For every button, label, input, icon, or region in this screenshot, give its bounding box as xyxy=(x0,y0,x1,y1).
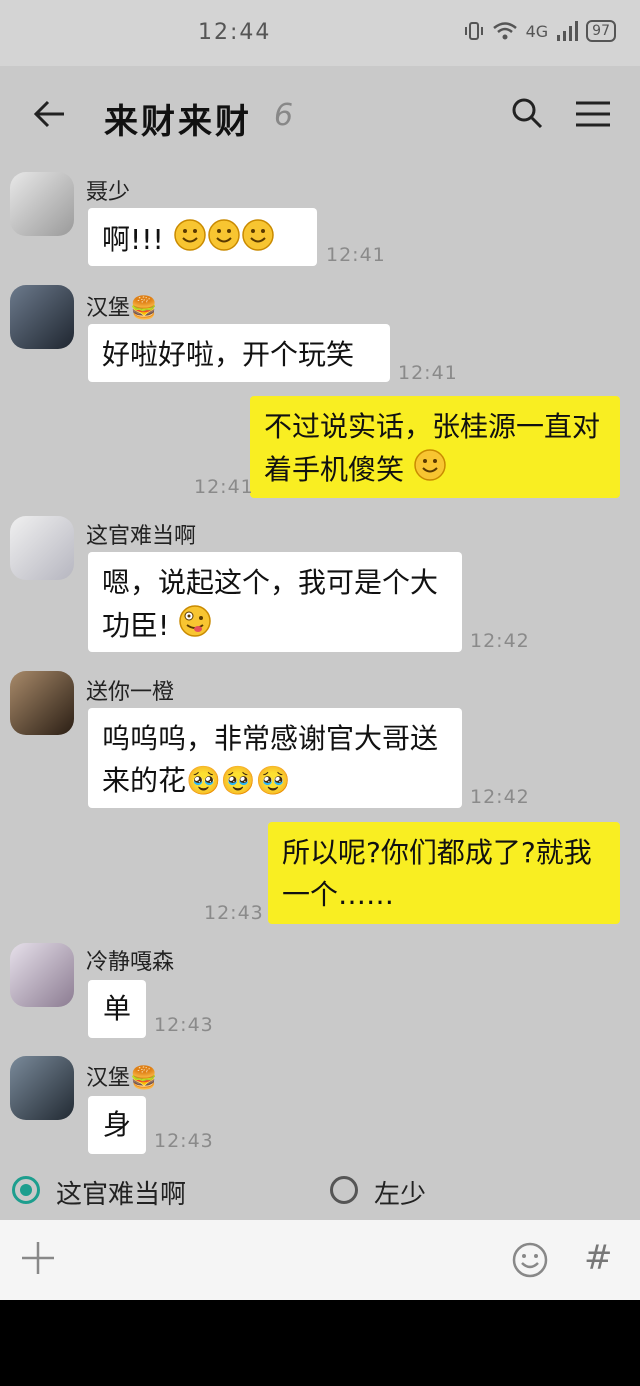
message-time: 12:43 xyxy=(154,1014,214,1036)
message-bubble[interactable]: 嗯，说起这个，我可是个大功臣! xyxy=(88,552,462,652)
sender-name: 汉堡🍔 xyxy=(86,296,158,321)
plus-icon[interactable] xyxy=(20,1240,56,1276)
message-time: 12:41 xyxy=(326,244,386,266)
zany-face-emoji-icon xyxy=(178,604,212,650)
role-radio[interactable] xyxy=(330,1176,358,1204)
battery-indicator: 97 xyxy=(586,20,616,42)
input-bar: # xyxy=(0,1220,640,1300)
sender-name: 汉堡🍔 xyxy=(86,1066,158,1091)
network-type: 4G xyxy=(525,21,549,41)
avatar[interactable] xyxy=(10,943,74,1007)
vibrate-icon xyxy=(464,22,483,40)
avatar[interactable] xyxy=(10,1056,74,1120)
status-icons: 4G 97 xyxy=(464,20,616,42)
sender-name: 这官难当啊 xyxy=(86,524,197,549)
message-text: 啊!!! xyxy=(102,223,164,256)
message-bubble[interactable]: 好啦好啦，开个玩笑 xyxy=(88,324,390,382)
message-time: 12:42 xyxy=(470,786,530,808)
message-bubble[interactable]: 啊!!! xyxy=(88,208,317,266)
my-message-bubble[interactable]: 所以呢?你们都成了?就我一个…… xyxy=(268,822,620,924)
emoji-icon[interactable] xyxy=(512,1242,548,1278)
chat-screen: 12:44 4G 97 来财来财 6 聂少 啊!!! 12:41 汉堡🍔 好啦好… xyxy=(0,0,640,1300)
message-text: 身 xyxy=(102,1108,131,1141)
wifi-icon xyxy=(492,22,517,40)
message-bubble[interactable]: 单 xyxy=(88,980,146,1038)
role-radio-selected[interactable] xyxy=(12,1176,40,1204)
back-arrow-icon[interactable] xyxy=(32,96,68,132)
avatar[interactable] xyxy=(10,172,74,236)
smile-emoji-icon xyxy=(173,218,207,264)
message-bubble[interactable]: 身 xyxy=(88,1096,146,1154)
message-text: 嗯，说起这个，我可是个大功臣! xyxy=(102,566,439,642)
role-label[interactable]: 左少 xyxy=(374,1174,426,1211)
message-bubble[interactable]: 呜呜呜，非常感谢官大哥送来的花🥹🥹🥹 xyxy=(88,708,462,808)
chat-header: 来财来财 6 xyxy=(0,66,640,164)
message-time: 12:41 xyxy=(398,362,458,384)
smile-emoji-icon xyxy=(207,218,241,264)
avatar[interactable] xyxy=(10,516,74,580)
sender-name: 送你一橙 xyxy=(86,680,175,705)
avatar[interactable] xyxy=(10,285,74,349)
status-time: 12:44 xyxy=(198,20,272,45)
smile-emoji-icon xyxy=(241,218,275,264)
member-count: 6 xyxy=(274,98,294,133)
message-text: 呜呜呜，非常感谢官大哥送来的花🥹🥹🥹 xyxy=(102,722,439,797)
search-icon[interactable] xyxy=(510,96,544,130)
role-label[interactable]: 这官难当啊 xyxy=(56,1174,186,1211)
hash-icon[interactable]: # xyxy=(584,1238,613,1278)
avatar[interactable] xyxy=(10,671,74,735)
message-time: 12:43 xyxy=(154,1130,214,1152)
sender-name: 冷静嘎森 xyxy=(86,950,175,975)
message-text: 所以呢?你们都成了?就我一个…… xyxy=(282,836,592,911)
message-text: 单 xyxy=(102,992,131,1025)
group-title: 来财来财 xyxy=(104,102,252,142)
menu-icon[interactable] xyxy=(576,100,610,128)
sender-name: 聂少 xyxy=(86,180,131,205)
my-message-bubble[interactable]: 不过说实话，张桂源一直对着手机傻笑 xyxy=(250,396,620,498)
message-time: 12:42 xyxy=(470,630,530,652)
signal-icon xyxy=(557,21,579,41)
message-text: 好啦好啦，开个玩笑 xyxy=(102,338,355,371)
role-selector: 这官难当啊 左少 xyxy=(0,1160,640,1220)
smile-emoji-icon xyxy=(413,448,447,494)
message-time: 12:41 xyxy=(194,476,254,498)
message-time: 12:43 xyxy=(204,902,264,924)
status-bar: 12:44 4G 97 xyxy=(0,0,640,66)
